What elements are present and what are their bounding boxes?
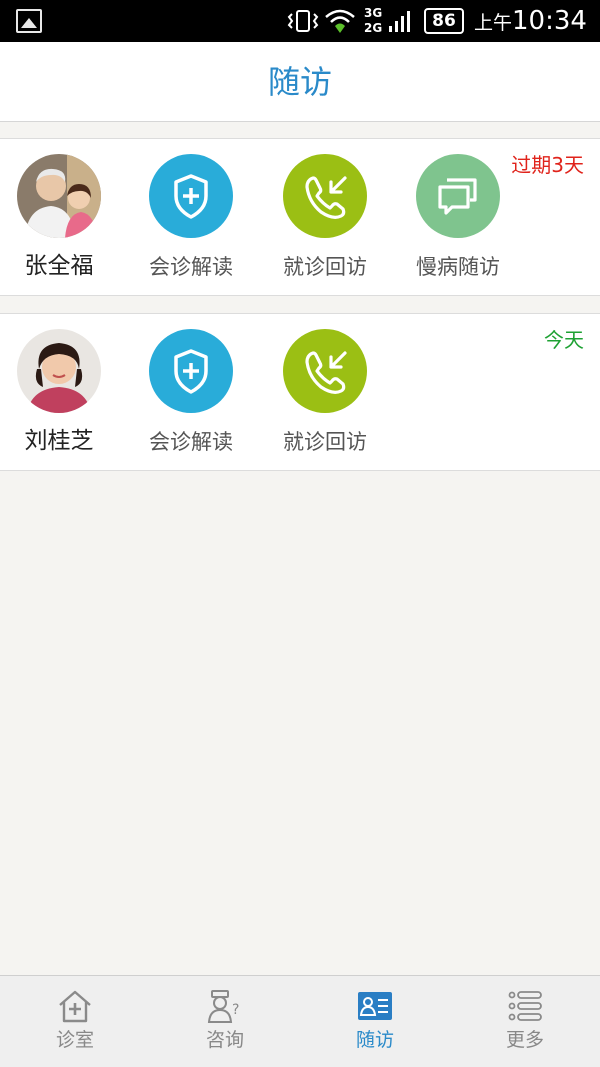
wifi-icon	[325, 9, 355, 33]
avatar[interactable]	[17, 329, 101, 413]
nav-label: 咨询	[205, 1029, 244, 1051]
consultation-interpretation-button[interactable]: 会诊解读	[136, 154, 246, 289]
nav-item-more[interactable]: 更多	[450, 976, 600, 1067]
phone-callback-icon	[305, 176, 347, 219]
avatar[interactable]	[17, 154, 101, 238]
nav-label: 诊室	[55, 1029, 94, 1051]
top-bar: 随访	[0, 42, 600, 122]
visit-callback-button[interactable]: 就诊回访	[270, 329, 380, 464]
shield-plus-icon	[174, 349, 208, 394]
page-title: 随访	[267, 63, 332, 101]
chat-bubbles-icon	[438, 178, 477, 215]
shield-plus-icon	[174, 174, 208, 219]
nav-item-clinic[interactable]: 诊室	[0, 976, 150, 1067]
patient-name: 张全福	[24, 253, 94, 279]
cellular-signal-icon: 3G 2G	[364, 6, 414, 36]
action-label: 就诊回访	[283, 430, 367, 454]
clock: 上午10:34	[474, 6, 587, 36]
patient-card[interactable]: 张全福 会诊解读 就诊回访 慢病随访 过期3天	[0, 138, 600, 296]
status-badge: 过期3天	[511, 153, 584, 177]
action-label: 慢病随访	[416, 255, 500, 279]
list-icon	[508, 991, 542, 1021]
nav-item-consult[interactable]: ? 咨询	[150, 976, 300, 1067]
nav-label: 更多	[505, 1029, 544, 1051]
consultation-interpretation-button[interactable]: 会诊解读	[136, 329, 246, 464]
house-plus-icon	[59, 990, 91, 1023]
phone-callback-icon	[305, 351, 347, 394]
patient-name: 刘桂芝	[24, 428, 94, 454]
status-badge: 今天	[544, 328, 584, 352]
nav-item-followup[interactable]: 随访	[300, 976, 450, 1067]
battery-indicator: 86	[424, 8, 464, 34]
visit-callback-button[interactable]: 就诊回访	[270, 154, 380, 289]
svg-text:?: ?	[232, 1002, 239, 1018]
action-label: 会诊解读	[149, 255, 233, 279]
vibrate-icon	[287, 10, 319, 32]
status-bar: 3G 2G 86 上午10:34	[0, 0, 600, 42]
image-notification-icon	[16, 9, 42, 33]
nav-label: 随访	[355, 1029, 394, 1051]
doctor-question-icon: ?	[207, 990, 239, 1023]
followup-card-icon	[358, 992, 392, 1020]
chronic-followup-button[interactable]: 慢病随访	[403, 154, 513, 289]
patient-card[interactable]: 刘桂芝 会诊解读 就诊回访 今天	[0, 313, 600, 471]
action-label: 就诊回访	[283, 255, 367, 279]
bottom-nav: 诊室 ? 咨询 随访 更多	[0, 975, 600, 1067]
action-label: 会诊解读	[149, 430, 233, 454]
